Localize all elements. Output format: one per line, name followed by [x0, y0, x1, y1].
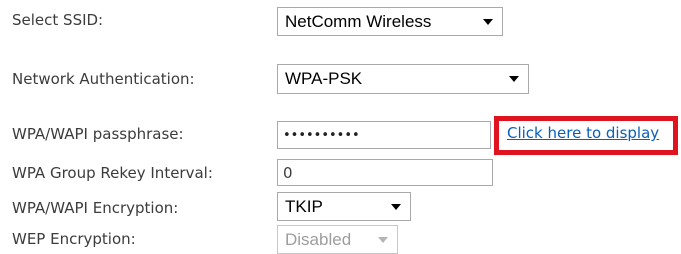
passphrase-input[interactable]: ••••••••••	[277, 121, 491, 149]
rekey-interval-value: 0	[283, 163, 293, 182]
ssid-select[interactable]: NetComm Wireless	[277, 7, 503, 36]
encryption-select[interactable]: TKIP	[277, 192, 411, 221]
encryption-value: TKIP	[285, 196, 323, 216]
ssid-label: Select SSID:	[12, 11, 104, 29]
ssid-select-value: NetComm Wireless	[285, 11, 432, 31]
chevron-down-icon	[378, 236, 388, 243]
network-authentication-select[interactable]: WPA-PSK	[277, 64, 529, 94]
wep-encryption-label: WEP Encryption:	[12, 230, 136, 248]
wep-encryption-value: Disabled	[285, 229, 352, 249]
network-authentication-value: WPA-PSK	[285, 69, 363, 88]
wep-encryption-select: Disabled	[277, 225, 398, 254]
display-passphrase-link[interactable]: Click here to display	[507, 124, 659, 142]
network-authentication-label: Network Authentication:	[12, 70, 195, 88]
chevron-down-icon	[483, 18, 493, 25]
chevron-down-icon	[509, 76, 519, 82]
passphrase-masked-value: ••••••••••	[283, 127, 360, 143]
passphrase-label: WPA/WAPI passphrase:	[12, 125, 184, 143]
encryption-label: WPA/WAPI Encryption:	[12, 199, 179, 217]
chevron-down-icon	[391, 203, 401, 210]
rekey-interval-input[interactable]: 0	[277, 159, 493, 186]
rekey-interval-label: WPA Group Rekey Interval:	[12, 164, 213, 182]
